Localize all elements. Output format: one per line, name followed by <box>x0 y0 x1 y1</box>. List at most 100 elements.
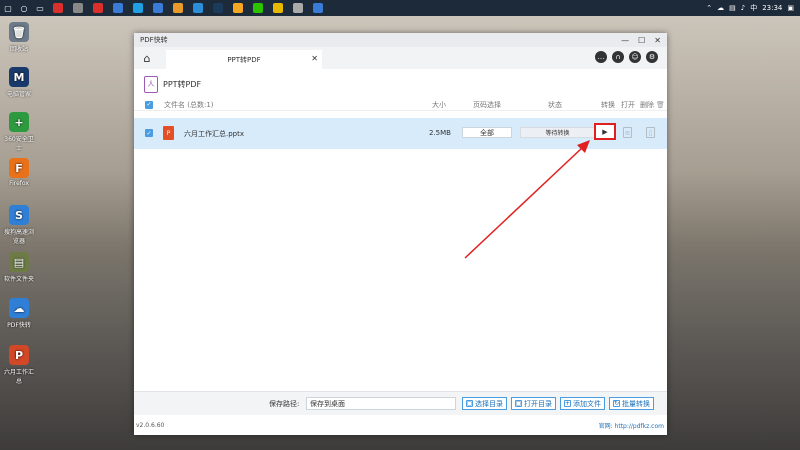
desktop-icon[interactable]: M 电脑管家 <box>2 67 36 98</box>
desktop-icon-glyph: S <box>9 205 29 225</box>
footer-bar: 保存路径: 保存到桌面 ▢ 选择目录 ▢ 打开目录 + 添加文件 ↻ 批量转换 <box>134 391 667 415</box>
desktop-icon-glyph: P <box>9 345 29 365</box>
app-orange-icon[interactable] <box>173 3 183 13</box>
add-file-button[interactable]: + 添加文件 <box>560 397 605 410</box>
gear-icon[interactable]: ⚙ <box>646 51 658 63</box>
maximize-button[interactable]: ☐ <box>638 36 645 45</box>
select-all-checkbox[interactable]: ✓ <box>145 100 153 109</box>
chevron-up-icon[interactable]: ⌃ <box>706 4 712 12</box>
col-filename: 文件名 (总数:1) <box>164 100 214 109</box>
batch-convert-label: 批量转换 <box>622 399 650 408</box>
app-blue-icon[interactable] <box>153 3 163 13</box>
open-file-icon[interactable]: ≡ <box>623 127 632 138</box>
tab-label: PPT转PDF <box>227 55 261 64</box>
ime-icon[interactable]: 中 <box>750 3 757 13</box>
app-qq-icon[interactable] <box>133 3 143 13</box>
search-icon[interactable]: ○ <box>16 0 32 16</box>
choose-dir-button[interactable]: ▢ 选择目录 <box>462 397 507 410</box>
version-label: v2.0.6.60 <box>136 421 165 429</box>
convert-play-button[interactable]: ▶ <box>594 123 616 140</box>
app-red-icon[interactable] <box>53 3 63 13</box>
row-checkbox[interactable]: ✓ <box>145 129 153 137</box>
app-chrome-icon[interactable] <box>293 3 303 13</box>
open-dir-label: 打开目录 <box>524 399 552 408</box>
minimize-button[interactable]: — <box>621 36 629 45</box>
page-select-button[interactable]: 全部 <box>462 127 512 138</box>
save-path-input[interactable]: 保存到桌面 <box>306 397 456 410</box>
add-file-label: 添加文件 <box>573 399 601 408</box>
convert-icon: ↻ <box>613 400 620 407</box>
desktop-icon-label: 搜狗高速浏览器 <box>3 229 34 245</box>
window-title: PDF快转 <box>140 36 168 44</box>
headset-icon[interactable]: ∩ <box>612 51 624 63</box>
app-window: PDF快转 — ☐ ✕ ⌂ PPT转PDF ✕ … ∩ ☺ ⚙ 人 PPT转PD… <box>134 33 667 435</box>
title-bar[interactable]: PDF快转 — ☐ ✕ <box>134 33 667 47</box>
website-link[interactable]: 官网: http://pdfkz.com <box>599 421 664 430</box>
desktop-icon[interactable]: ▤ 软件文件夹 <box>2 252 36 283</box>
desktop-icon[interactable]: 🗑 回收站 <box>2 22 36 53</box>
app-edge-icon[interactable] <box>113 3 123 13</box>
col-delete: 删除 <box>640 100 654 109</box>
col-status: 状态 <box>548 100 562 109</box>
desktop-icon-label: 六月工作汇总 <box>3 369 34 385</box>
desktop-icon-glyph: ▤ <box>9 252 29 272</box>
file-size: 2.5MB <box>429 129 451 137</box>
delete-icon[interactable]: ▯ <box>646 127 655 138</box>
tab-bar: ⌂ PPT转PDF ✕ … ∩ ☺ ⚙ <box>134 47 667 69</box>
cloud-icon[interactable]: ☁ <box>717 4 724 12</box>
app-yellow-icon[interactable] <box>273 3 283 13</box>
app-photo-icon[interactable] <box>193 3 203 13</box>
app-ps-icon[interactable] <box>213 3 223 13</box>
desktop-icon[interactable]: P 六月工作汇总 <box>2 345 36 385</box>
clock[interactable]: 23:34 <box>762 4 782 12</box>
plus-icon: + <box>564 400 571 407</box>
tab-close-icon[interactable]: ✕ <box>311 54 318 63</box>
batch-convert-button[interactable]: ↻ 批量转换 <box>609 397 654 410</box>
tool-header: 人 PPT转PDF <box>134 69 667 99</box>
desktop-icon-label: 电脑管家 <box>6 91 31 98</box>
desktop-icon-glyph: F <box>9 158 29 178</box>
user-icon[interactable]: ☺ <box>629 51 641 63</box>
choose-dir-label: 选择目录 <box>475 399 503 408</box>
desktop-icon-glyph: 🗑 <box>9 22 29 42</box>
system-tray: ⌃ ☁ ▤ ♪ 中 23:34 ▣ <box>706 0 794 16</box>
desktop-icon-glyph: M <box>9 67 29 87</box>
table-header: ✓ 文件名 (总数:1) 大小 页码选择 状态 转换 打开 删除 🗑 <box>134 99 667 111</box>
desktop-icon-label: 回收站 <box>9 46 28 53</box>
chat-icon[interactable]: … <box>595 51 607 63</box>
start-icon[interactable]: ▢ <box>0 0 16 16</box>
pdf-file-icon: 人 <box>144 75 158 93</box>
close-button[interactable]: ✕ <box>654 36 661 45</box>
desktop-icon[interactable]: +360安全卫士 <box>2 112 36 152</box>
col-convert: 转换 <box>601 100 615 109</box>
open-dir-button[interactable]: ▢ 打开目录 <box>511 397 556 410</box>
desktop-icon-glyph: ☁ <box>9 298 29 318</box>
volume-icon[interactable]: ♪ <box>741 4 745 12</box>
app-youku-icon[interactable] <box>93 3 103 13</box>
desktop-icon-label: PDF快转 <box>7 322 31 329</box>
desktop-icon-label: 360安全卫士 <box>4 136 34 152</box>
folder-open-icon: ▢ <box>515 400 522 407</box>
app-emoji-icon[interactable] <box>233 3 243 13</box>
save-path-label: 保存路径: <box>269 400 300 408</box>
app-gray-icon[interactable] <box>73 3 83 13</box>
col-page-select: 页码选择 <box>473 100 501 109</box>
col-open: 打开 <box>621 100 635 109</box>
home-icon[interactable]: ⌂ <box>134 47 160 69</box>
ppt-file-icon: P <box>163 126 174 140</box>
notification-icon[interactable]: ▣ <box>787 4 794 12</box>
status-bar: v2.0.6.60 官网: http://pdfkz.com <box>134 415 667 435</box>
table-row[interactable]: ✓ P 六月工作汇总.pptx 2.5MB 全部 等待转换 ▶ ≡ ▯ <box>134 118 667 149</box>
trash-icon[interactable]: 🗑 <box>656 101 665 109</box>
desktop-icon[interactable]: ☁ PDF快转 <box>2 298 36 329</box>
col-size: 大小 <box>432 100 446 109</box>
app-pdf-icon[interactable] <box>313 3 323 13</box>
desktop-icon[interactable]: F Firefox <box>2 158 36 187</box>
desktop-icon-label: Firefox <box>9 180 29 187</box>
tab-ppt-to-pdf[interactable]: PPT转PDF ✕ <box>166 50 322 69</box>
folder-icon: ▢ <box>466 400 473 407</box>
network-icon[interactable]: ▤ <box>729 4 736 12</box>
task-view-icon[interactable]: ▭ <box>32 0 48 16</box>
app-wechat-icon[interactable] <box>253 3 263 13</box>
desktop-icon[interactable]: S 搜狗高速浏览器 <box>2 205 36 245</box>
